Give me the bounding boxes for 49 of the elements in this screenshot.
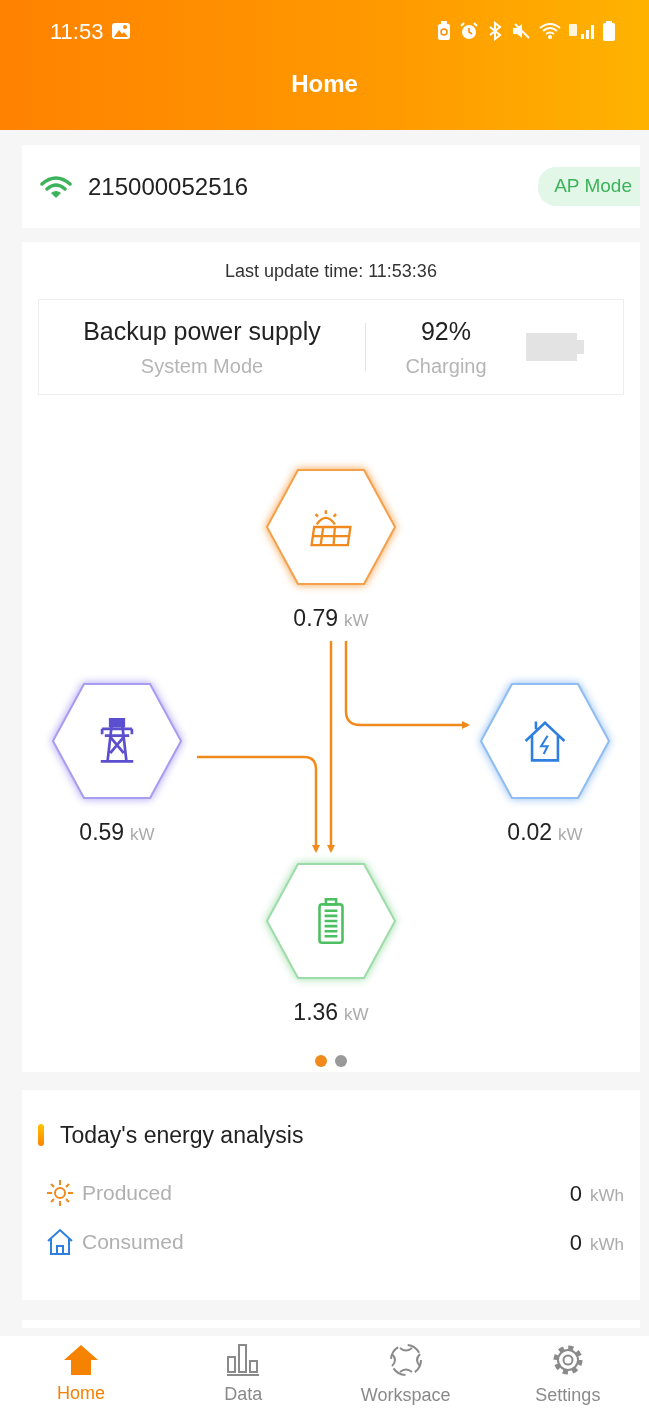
battery-saver-icon: [437, 21, 451, 41]
battery-status: Charging: [405, 353, 487, 379]
energy-value: 0: [569, 1229, 582, 1255]
power-unit: kW: [558, 825, 583, 844]
power-value: 0.02: [507, 819, 553, 845]
power-unit: kW: [344, 611, 369, 630]
section-title: Today's energy analysis: [60, 1121, 304, 1150]
nav-tab[interactable]: Data: [173, 1342, 314, 1408]
last-update-text: Last update time: 11:53:36: [224, 260, 438, 283]
battery-percent: 92%: [420, 316, 471, 348]
energy-label: Produced: [82, 1180, 172, 1207]
house-icon: [46, 1228, 74, 1256]
page-dot[interactable]: [335, 1055, 347, 1067]
alarm-icon: [459, 21, 479, 41]
energy-unit: kWh: [590, 1185, 624, 1205]
bar-chart-icon: [225, 1342, 262, 1377]
energy-label: Consumed: [82, 1229, 184, 1256]
power-value: 0.59: [79, 819, 125, 845]
wifi-icon: [539, 22, 561, 40]
page-dot[interactable]: [315, 1055, 327, 1067]
power-unit: kW: [130, 825, 155, 844]
signal-icon: [569, 22, 595, 40]
battery-icon: [526, 333, 584, 361]
battery-icon: [603, 21, 615, 41]
power-tower-icon: [99, 718, 135, 763]
home-icon: [63, 1343, 100, 1376]
battery-icon: [318, 898, 344, 944]
system-mode-value: Backup power supply: [83, 316, 321, 348]
house-bolt-icon: [524, 720, 566, 762]
workspace-icon: [387, 1341, 424, 1378]
accent-bar: [38, 1124, 44, 1147]
system-mode-label: System Mode: [140, 353, 264, 379]
mute-icon: [511, 21, 531, 41]
mode-badge: AP Mode: [538, 167, 640, 206]
nav-tab[interactable]: Workspace: [335, 1341, 476, 1409]
device-serial: 215000052516: [88, 171, 249, 202]
nav-tab[interactable]: Settings: [497, 1341, 638, 1409]
bluetooth-icon: [487, 21, 503, 41]
clock-time: 11:53: [50, 17, 104, 46]
power-value: 0.79: [293, 605, 339, 631]
power-value: 1.36: [293, 999, 339, 1025]
nav-tab[interactable]: Home: [11, 1343, 152, 1407]
power-unit: kW: [344, 1005, 369, 1024]
energy-unit: kWh: [590, 1234, 624, 1254]
energy-value: 0: [569, 1180, 582, 1206]
solar-panel-icon: [310, 509, 352, 547]
sun-icon: [46, 1179, 74, 1207]
image-icon: [111, 22, 132, 40]
page-title: Home: [290, 69, 359, 99]
